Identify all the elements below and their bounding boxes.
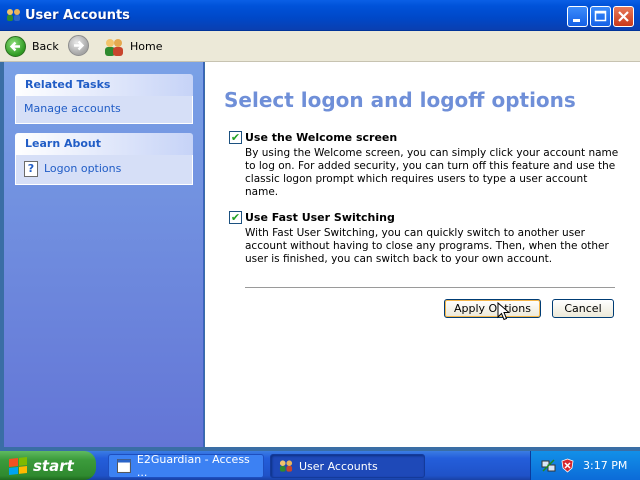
learn-about-panel: Learn About ? Logon options — [15, 133, 193, 185]
welcome-screen-description: By using the Welcome screen, you can sim… — [245, 147, 619, 198]
back-arrow-icon — [5, 36, 26, 57]
fast-user-switching-description: With Fast User Switching, you can quickl… — [245, 227, 609, 265]
page-title: Select logon and logoff options — [224, 88, 576, 112]
cancel-button[interactable]: Cancel — [552, 299, 614, 318]
security-shield-icon[interactable] — [560, 458, 575, 473]
title-bar[interactable]: User Accounts — [0, 0, 640, 31]
start-button[interactable]: start — [0, 451, 96, 480]
minimize-button[interactable] — [567, 6, 588, 27]
help-icon: ? — [24, 161, 38, 177]
close-button[interactable] — [613, 6, 634, 27]
taskbar-item-user-accounts[interactable]: User Accounts — [270, 454, 425, 478]
back-label: Back — [32, 40, 59, 53]
back-button[interactable]: Back — [5, 35, 59, 58]
related-tasks-panel: Related Tasks Manage accounts — [15, 74, 193, 124]
users-home-icon — [105, 38, 123, 56]
learn-about-title: Learn About — [15, 133, 193, 155]
close-icon — [618, 11, 629, 22]
home-label: Home — [130, 40, 163, 53]
forward-arrow-icon — [68, 35, 89, 56]
divider — [245, 287, 615, 288]
mouse-pointer-icon — [497, 302, 511, 321]
start-label: start — [33, 456, 74, 475]
browser-window-icon — [117, 459, 131, 473]
welcome-screen-option: ✔ Use the Welcome screen By using the We… — [229, 131, 619, 199]
network-icon[interactable] — [541, 458, 556, 473]
welcome-screen-label[interactable]: Use the Welcome screen — [245, 131, 397, 144]
taskbar: start E2Guardian - Access ... User Accou… — [0, 451, 640, 480]
user-accounts-icon — [7, 9, 20, 21]
window-title: User Accounts — [25, 8, 130, 23]
system-tray: 3:17 PM — [530, 451, 640, 480]
maximize-button[interactable] — [590, 6, 611, 27]
fast-user-switching-checkbox[interactable]: ✔ — [229, 211, 242, 224]
minimize-icon — [573, 19, 580, 22]
maximize-icon — [594, 10, 607, 22]
taskbar-item-e2guardian[interactable]: E2Guardian - Access ... — [108, 453, 264, 479]
home-button[interactable]: Home — [103, 35, 162, 58]
apply-options-button[interactable]: Apply Options — [444, 299, 541, 318]
task-pane: Related Tasks Manage accounts Learn Abou… — [4, 62, 204, 447]
user-accounts-icon — [279, 460, 293, 472]
logon-options-link[interactable]: Logon options — [44, 162, 121, 175]
manage-accounts-link[interactable]: Manage accounts — [24, 102, 121, 115]
fast-user-switching-option: ✔ Use Fast User Switching With Fast User… — [229, 211, 619, 266]
forward-button[interactable] — [68, 35, 89, 56]
welcome-screen-checkbox[interactable]: ✔ — [229, 131, 242, 144]
clock[interactable]: 3:17 PM — [583, 459, 627, 472]
taskbar-item-label: User Accounts — [299, 459, 378, 473]
main-content: Select logon and logoff options ✔ Use th… — [205, 62, 640, 447]
fast-user-switching-label[interactable]: Use Fast User Switching — [245, 211, 395, 224]
taskbar-item-label: E2Guardian - Access ... — [136, 453, 250, 479]
navigation-toolbar: Back Home — [0, 31, 640, 62]
related-tasks-title: Related Tasks — [15, 74, 193, 96]
windows-logo-icon — [9, 456, 27, 475]
